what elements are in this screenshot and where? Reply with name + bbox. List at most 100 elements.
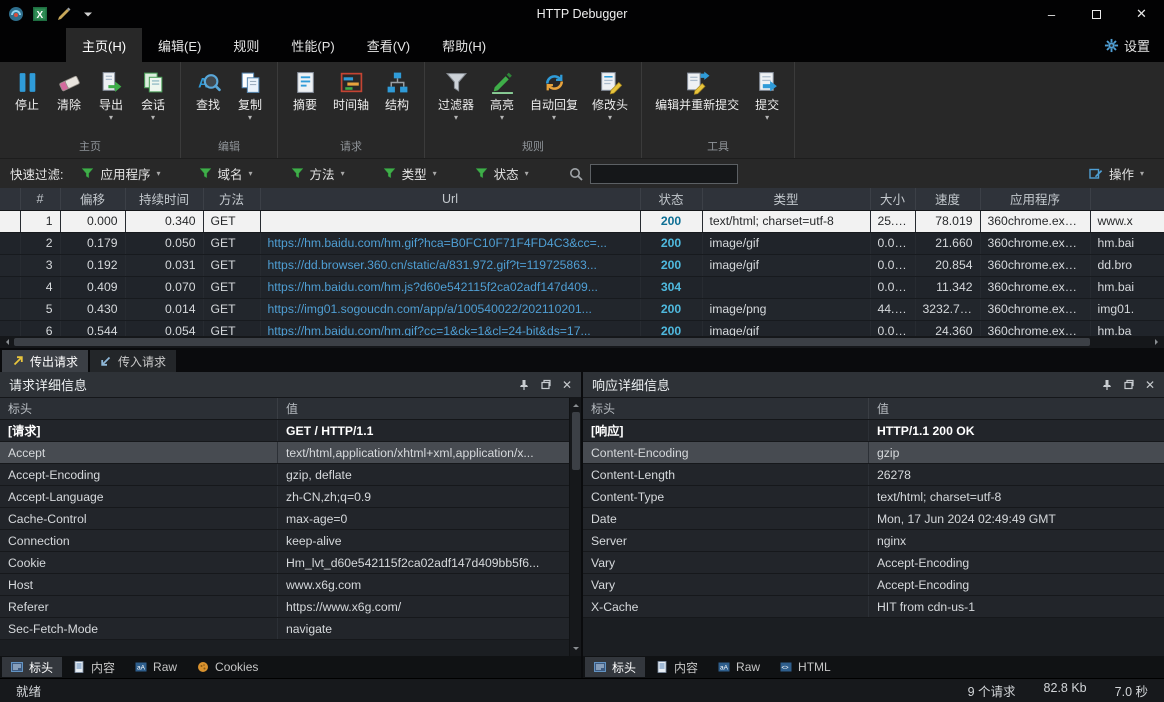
table-row[interactable]: 20.1790.050GEThttps://hm.baidu.com/hm.gi…	[0, 232, 1164, 254]
session-button[interactable]: 会话▾	[132, 68, 174, 124]
menu-tab-home[interactable]: 主页(H)	[66, 28, 142, 62]
highlight-button[interactable]: 高亮▾	[481, 68, 523, 124]
table-row[interactable]: 40.4090.070GEThttps://hm.baidu.com/hm.js…	[0, 276, 1164, 298]
column-header-gutter[interactable]	[0, 188, 20, 210]
structure-button[interactable]: 结构	[376, 68, 418, 124]
menu-tab-help[interactable]: 帮助(H)	[426, 28, 502, 62]
response-header-row[interactable]: Content-Encodinggzip	[583, 442, 1164, 464]
column-header-type[interactable]: 类型	[702, 188, 870, 210]
outgoing-requests-tab[interactable]: 传出请求	[2, 350, 88, 372]
summary-button[interactable]: 摘要	[284, 68, 326, 124]
restore-icon[interactable]	[540, 379, 552, 391]
request-header-row[interactable]: Connectionkeep-alive	[0, 530, 581, 552]
scroll-up-icon[interactable]	[573, 401, 579, 407]
scroll-left-button[interactable]	[0, 339, 14, 345]
copy-button[interactable]: 复制▾	[229, 68, 271, 124]
horizontal-scrollbar-thumb[interactable]	[14, 338, 1090, 346]
menu-tab-edit[interactable]: 编辑(E)	[142, 28, 217, 62]
excel-icon[interactable]: X	[32, 6, 48, 22]
edit-resubmit-button[interactable]: 编辑并重新提交	[648, 68, 746, 124]
table-row[interactable]: 10.0000.340GET200text/html; charset=utf-…	[0, 210, 1164, 232]
find-button[interactable]: A查找	[187, 68, 229, 124]
request-header-row[interactable]: Accepttext/html,application/xhtml+xml,ap…	[0, 442, 581, 464]
pin-icon[interactable]	[518, 379, 530, 391]
close-panel-icon[interactable]: ✕	[562, 378, 572, 392]
pin-icon[interactable]	[1101, 379, 1113, 391]
response-header-row[interactable]: Servernginx	[583, 530, 1164, 552]
app-filter[interactable]: 应用程序▾	[81, 164, 160, 183]
column-header-num[interactable]: #	[20, 188, 60, 210]
vertical-scrollbar[interactable]	[569, 398, 581, 656]
modify-headers-button[interactable]: 修改头▾	[585, 68, 635, 124]
table-row[interactable]: 60.5440.054GEThttps://hm.baidu.com/hm.gi…	[0, 320, 1164, 336]
domain-filter[interactable]: 域名▾	[199, 164, 253, 183]
response-header-row[interactable]: DateMon, 17 Jun 2024 02:49:49 GMT	[583, 508, 1164, 530]
column-header-offset[interactable]: 偏移	[60, 188, 125, 210]
vertical-scrollbar-thumb[interactable]	[572, 412, 580, 470]
export-button[interactable]: 导出▾	[90, 68, 132, 124]
cell-offset: 0.179	[60, 232, 125, 254]
toolbar-chevron-icon[interactable]	[80, 6, 96, 22]
request-header-row[interactable]: [请求]GET / HTTP/1.1	[0, 420, 581, 442]
auto-reply-button[interactable]: 自动回复▾	[523, 68, 585, 124]
request-header-row[interactable]: CookieHm_lvt_d60e542115f2ca02adf147d409b…	[0, 552, 581, 574]
column-header-method[interactable]: 方法	[203, 188, 260, 210]
method-filter[interactable]: 方法▾	[291, 164, 345, 183]
column-header-size[interactable]: 大小	[870, 188, 915, 210]
column-header-url[interactable]: Url	[260, 188, 640, 210]
stop-button[interactable]: 停止	[6, 68, 48, 124]
svg-text:aA: aA	[720, 665, 729, 672]
menu-tab-rules[interactable]: 规则	[217, 28, 275, 62]
minimize-button[interactable]: –	[1029, 0, 1074, 28]
request-header-row[interactable]: Hostwww.x6g.com	[0, 574, 581, 596]
request-header-row[interactable]: Accept-Languagezh-CN,zh;q=0.9	[0, 486, 581, 508]
scroll-right-button[interactable]	[1150, 339, 1164, 345]
response-header-row[interactable]: Content-Length26278	[583, 464, 1164, 486]
brush-icon[interactable]	[56, 6, 72, 22]
request-header-row[interactable]: Refererhttps://www.x6g.com/	[0, 596, 581, 618]
response-raw-tab[interactable]: aARaw	[709, 657, 769, 677]
chevron-down-icon: ▾	[109, 113, 113, 122]
table-row[interactable]: 50.4300.014GEThttps://img01.sogoucdn.com…	[0, 298, 1164, 320]
column-header-duration[interactable]: 持续时间	[125, 188, 203, 210]
request-header-row[interactable]: Accept-Encodinggzip, deflate	[0, 464, 581, 486]
action-dropdown[interactable]: 操作 ▾	[1089, 164, 1154, 183]
request-header-row[interactable]: Sec-Fetch-Modenavigate	[0, 618, 581, 640]
response-header-row[interactable]: Content-Typetext/html; charset=utf-8	[583, 486, 1164, 508]
response-header-row[interactable]: [响应]HTTP/1.1 200 OK	[583, 420, 1164, 442]
request-headers-tab[interactable]: 标头	[2, 657, 62, 677]
column-header-speed[interactable]: 速度	[915, 188, 980, 210]
clear-button[interactable]: 清除	[48, 68, 90, 124]
timeline-button[interactable]: 时间轴	[326, 68, 376, 124]
response-headers-tab[interactable]: 标头	[585, 657, 645, 677]
menu-tab-view[interactable]: 查看(V)	[351, 28, 426, 62]
filter-button[interactable]: 过滤器▾	[431, 68, 481, 124]
maximize-button[interactable]	[1074, 0, 1119, 28]
request-content-tab[interactable]: 内容	[64, 657, 124, 677]
horizontal-scrollbar[interactable]	[0, 336, 1164, 348]
response-header-row[interactable]: VaryAccept-Encoding	[583, 574, 1164, 596]
close-panel-icon[interactable]: ✕	[1145, 378, 1155, 392]
close-button[interactable]: ✕	[1119, 0, 1164, 28]
restore-icon[interactable]	[1123, 379, 1135, 391]
request-header-row[interactable]: Cache-Controlmax-age=0	[0, 508, 581, 530]
column-header-app[interactable]: 应用程序	[980, 188, 1090, 210]
status-filter[interactable]: 状态▾	[475, 164, 529, 183]
column-header-domain[interactable]	[1090, 188, 1164, 210]
menu-tab-performance[interactable]: 性能(P)	[275, 28, 350, 62]
scroll-down-icon[interactable]	[573, 647, 579, 653]
response-html-tab[interactable]: <>HTML	[771, 657, 840, 677]
column-header-status[interactable]: 状态	[640, 188, 702, 210]
request-raw-tab[interactable]: aARaw	[126, 657, 186, 677]
request-cookies-tab[interactable]: Cookies	[188, 657, 267, 677]
table-row[interactable]: 30.1920.031GEThttps://dd.browser.360.cn/…	[0, 254, 1164, 276]
response-content-tab[interactable]: 内容	[647, 657, 707, 677]
settings-button[interactable]: 设置	[1104, 28, 1164, 62]
type-filter[interactable]: 类型▾	[383, 164, 437, 183]
response-header-row[interactable]: X-CacheHIT from cdn-us-1	[583, 596, 1164, 618]
incoming-requests-tab[interactable]: 传入请求	[90, 350, 176, 372]
search-input[interactable]	[590, 164, 738, 184]
submit-button[interactable]: 提交▾	[746, 68, 788, 124]
app-logo-icon[interactable]	[8, 6, 24, 22]
response-header-row[interactable]: VaryAccept-Encoding	[583, 552, 1164, 574]
